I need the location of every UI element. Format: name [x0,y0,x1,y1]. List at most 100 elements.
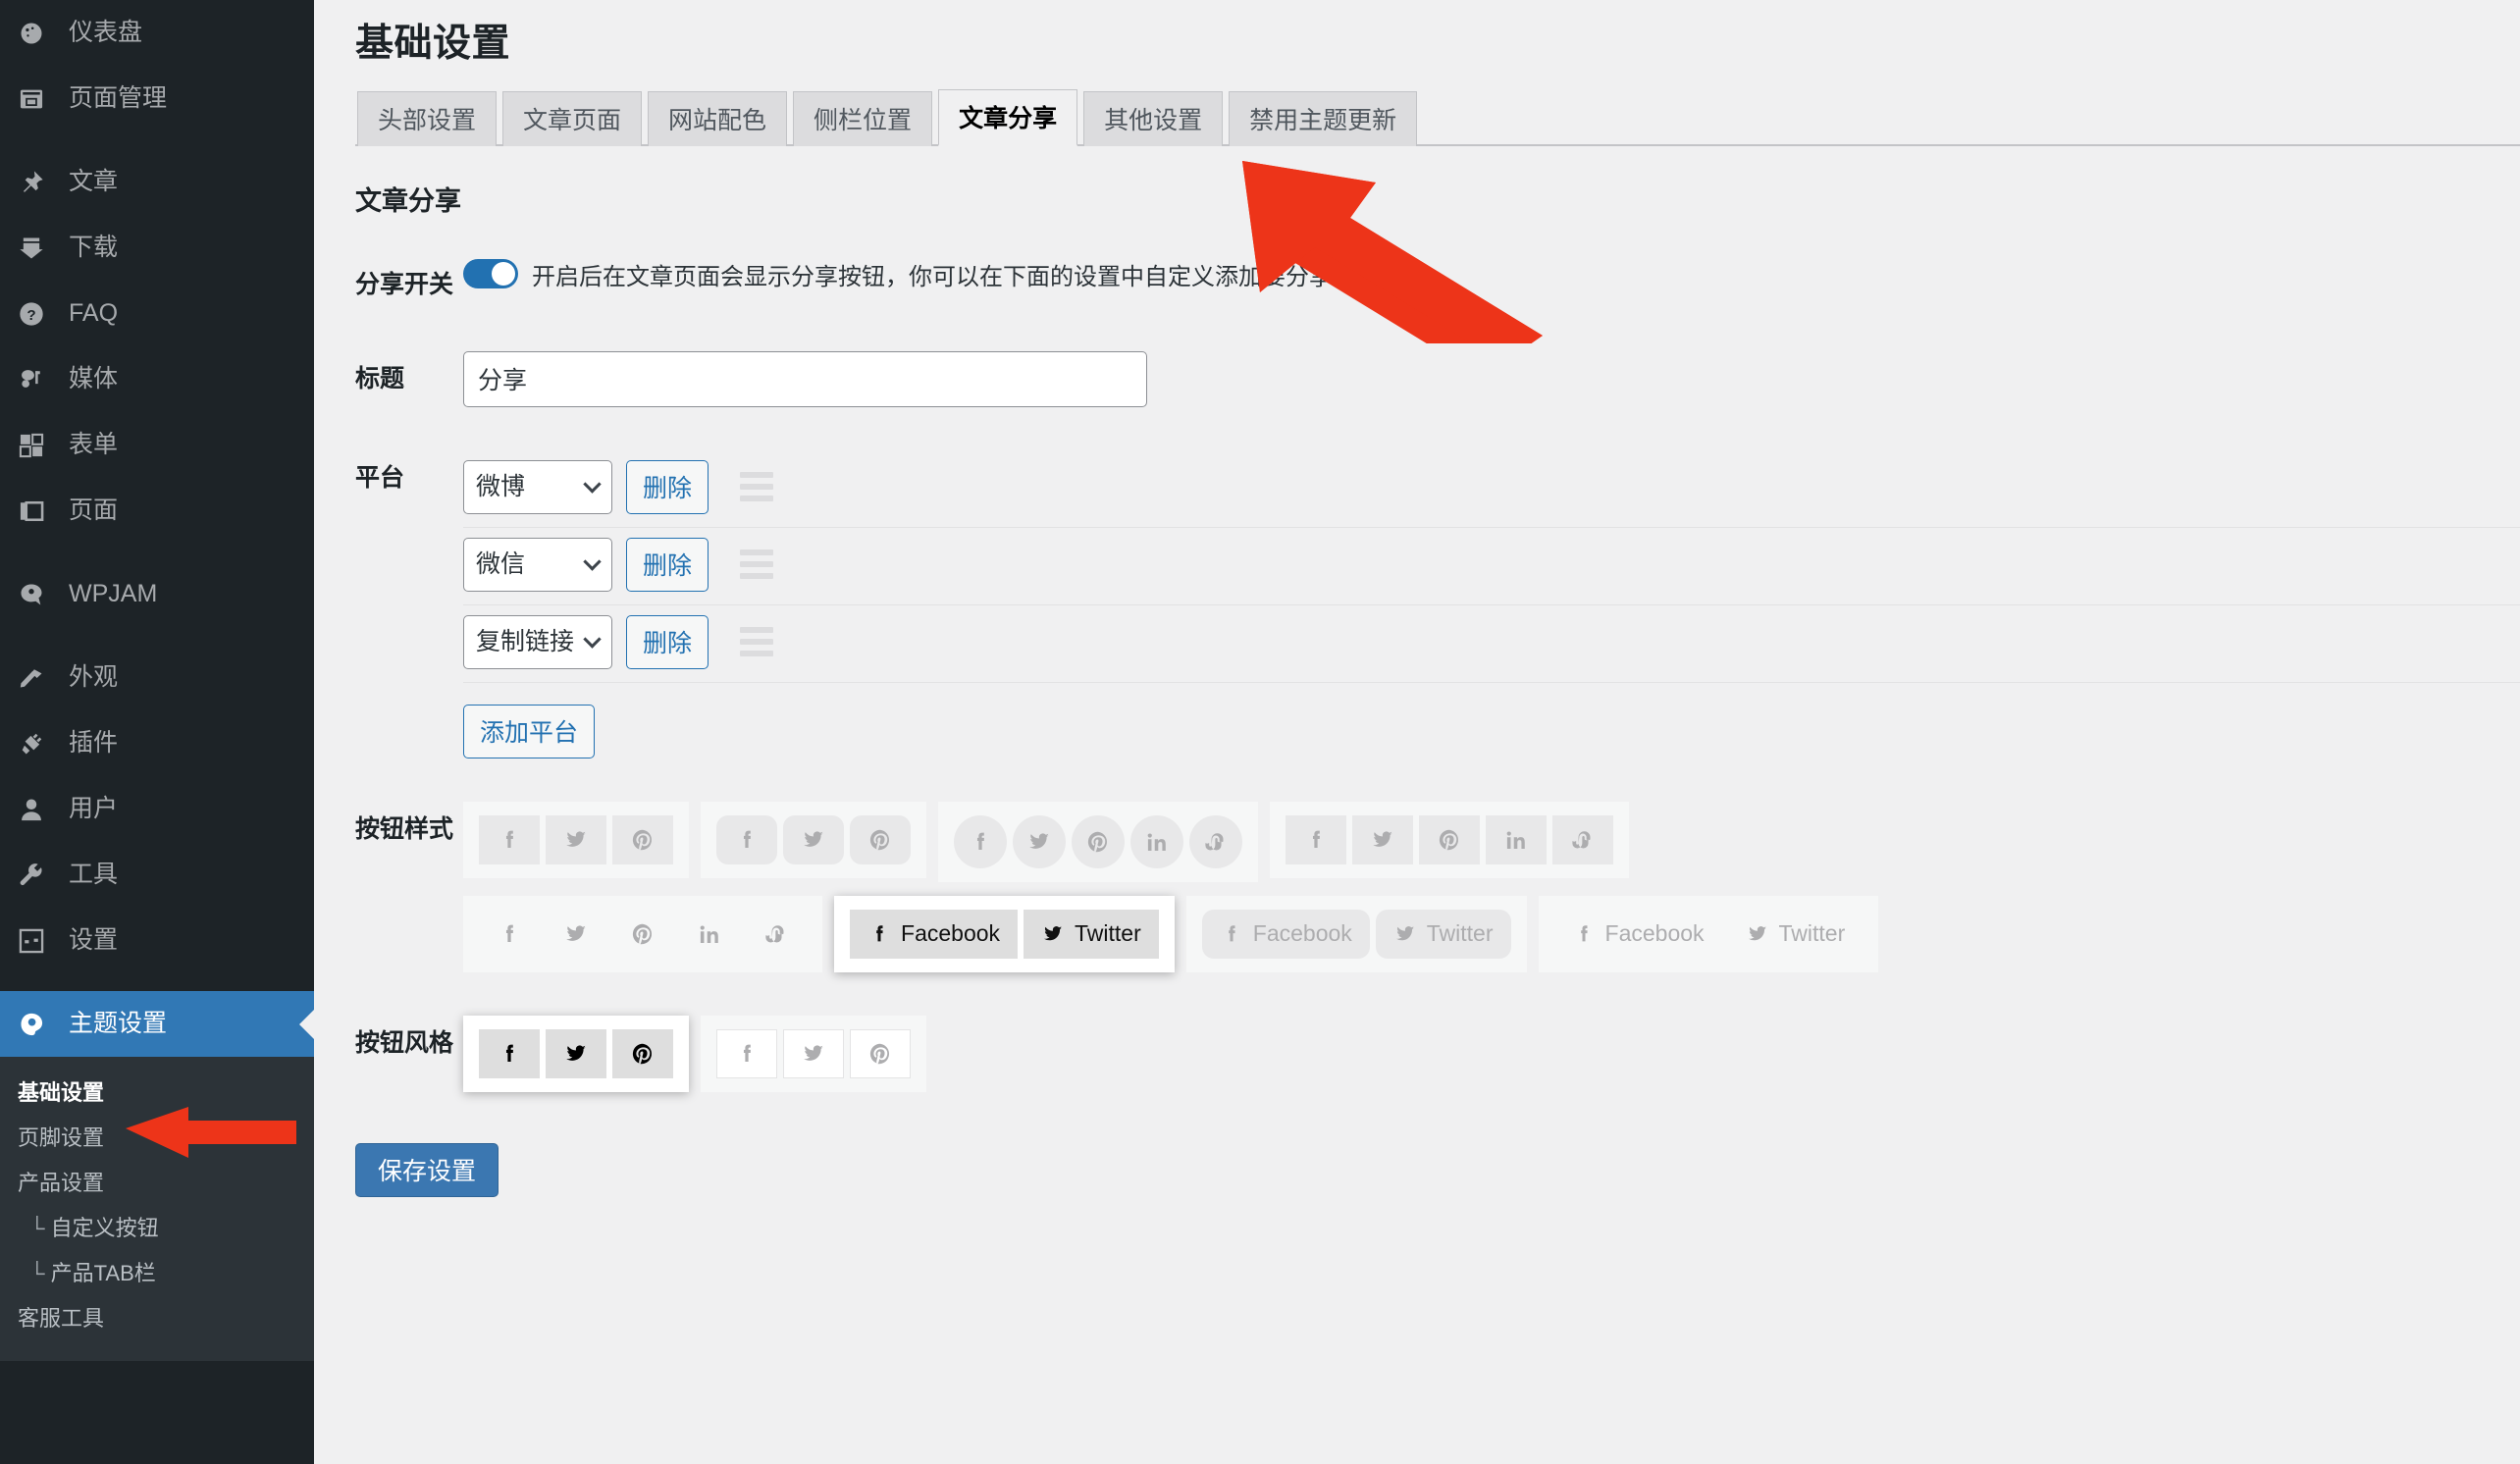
platform-row: 微博微信QQ复制链接删除 [463,450,2520,528]
submenu-item-label: 基础设置 [18,1080,105,1105]
button-style-option-5[interactable]: Facebook Twitter [834,895,1175,972]
pinterest-icon [630,827,656,853]
add-platform-button[interactable]: 添加平台 [463,704,596,758]
sidebar-item-3-1[interactable]: 插件 [0,710,314,776]
preview-pinterest-button [850,1028,912,1078]
share-switch-toggle[interactable] [463,259,519,289]
tab-label: 文章分享 [959,105,1058,133]
sidebar-item-1-2[interactable]: ? FAQ [0,281,314,346]
submenu-item-1[interactable]: 页脚设置 [0,1116,314,1161]
pinterest-icon [1085,829,1111,855]
button-style-option-2[interactable] [938,801,1259,882]
preview-linkedin-button [1486,814,1548,864]
tab-5[interactable]: 其他设置 [1083,90,1224,146]
preview-button-label: Facebook [1252,920,1352,947]
drag-handle-icon-0[interactable] [740,472,774,502]
submenu-item-3[interactable]: └ 自定义按钮 [0,1206,314,1251]
sidebar-item-1-0[interactable]: 文章 [0,149,314,215]
menu-separator [0,627,314,645]
button-skin-option-0[interactable] [463,1015,690,1092]
twitter-icon [1026,829,1052,855]
sidebar-item-3-0[interactable]: 外观 [0,645,314,710]
tab-0[interactable]: 头部设置 [357,90,498,146]
preview-button-label: Facebook [1604,920,1705,947]
twitter-icon [801,1041,826,1067]
pages-panel-icon [18,85,69,113]
branch-glyph: └ [29,1216,45,1240]
preview-pinterest-button [850,814,912,864]
sidebar-item-label: WPJAM [69,580,158,607]
facebook-icon [497,827,522,853]
submenu-item-4[interactable]: └ 产品TAB栏 [0,1251,314,1296]
delete-platform-button-0[interactable]: 删除 [626,459,709,514]
preview-pinterest-button [612,910,673,959]
facebook-icon [968,829,993,855]
tab-label: 禁用主题更新 [1249,107,1397,135]
facebook-icon [867,922,891,946]
submenu-item-2[interactable]: 产品设置 [0,1161,314,1206]
button-style-option-3[interactable] [1270,801,1630,878]
button-style-option-6[interactable]: Facebook Twitter [1185,895,1527,972]
share-title-input[interactable] [463,350,1148,407]
field-row-share-switch: 分享开关 开启后在文章页面会显示分享按钮，你可以在下面的设置中自定义添加要分享的… [355,235,2520,330]
settings-tab-bar: 头部设置 文章页面 网站配色 侧栏位置 文章分享 其他设置 禁用主题更新 [355,88,2520,146]
preview-facebook-button: Facebook [1201,909,1370,959]
button-style-option-0[interactable] [463,801,690,878]
sidebar-item-1-4[interactable]: 表单 [0,412,314,478]
sidebar-item-0-0[interactable]: 仪表盘 [0,0,314,66]
sidebar-item-3-2[interactable]: 用户 [0,776,314,842]
sidebar-item-label: 文章 [69,168,119,195]
twitter-icon [1393,922,1417,946]
twitter-icon [563,1041,589,1067]
sidebar-item-4-0[interactable]: 主题设置 [0,991,314,1057]
button-style-option-4[interactable] [463,895,823,972]
submenu-item-5[interactable]: 客服工具 [0,1296,314,1341]
drag-handle-icon-1[interactable] [740,549,774,580]
sidebar-item-3-3[interactable]: 工具 [0,842,314,908]
twitter-icon [563,827,589,853]
sidebar-item-2-0[interactable]: WPJAM [0,561,314,627]
tab-3[interactable]: 侧栏位置 [793,90,933,146]
sidebar-item-1-3[interactable]: 媒体 [0,346,314,412]
tab-6[interactable]: 禁用主题更新 [1229,90,1418,146]
sidebar-item-1-1[interactable]: 下载 [0,215,314,281]
platform-select-2[interactable]: 微博微信QQ复制链接 [463,614,613,669]
twitter-icon [1041,922,1065,946]
preview-pinterest-button [612,1028,674,1078]
facebook-icon [1572,922,1596,946]
field-row-platform: 平台 微博微信QQ复制链接删除微博微信QQ复制链接删除微博微信QQ复制链接删除 … [355,429,2520,780]
preview-facebook-button [1286,814,1347,864]
preview-twitter-button [783,1028,845,1078]
field-row-button-style: 按钮样式 Facebook Twitter Facebook Twitter Faceb… [355,780,2520,994]
platform-select-wrap: 微博微信QQ复制链接 [463,614,613,669]
sidebar-item-1-5[interactable]: 页面 [0,478,314,544]
facebook-icon [497,921,522,947]
delete-platform-button-2[interactable]: 删除 [626,614,709,669]
facebook-icon [734,827,760,853]
platform-select-0[interactable]: 微博微信QQ复制链接 [463,459,613,514]
preview-facebook-button [954,814,1008,868]
delete-platform-button-1[interactable]: 删除 [626,537,709,592]
section-title: 文章分享 [355,185,461,216]
sidebar-item-3-4[interactable]: 设置 [0,908,314,973]
tab-4[interactable]: 文章分享 [938,88,1078,146]
menu-separator [0,544,314,561]
wrench-icon [18,862,69,889]
drag-handle-icon-2[interactable] [740,627,774,657]
tab-1[interactable]: 文章页面 [502,90,643,146]
pinterest-icon [630,921,656,947]
submenu-item-0[interactable]: 基础设置 [0,1071,314,1116]
facebook-icon [497,1041,522,1067]
button-style-option-7[interactable]: Facebook Twitter [1538,895,1879,972]
save-settings-button[interactable]: 保存设置 [355,1142,499,1197]
sidebar-item-0-1[interactable]: 页面管理 [0,66,314,131]
button-skin-option-1[interactable] [701,1015,927,1092]
sidebar-item-label: 媒体 [69,365,119,392]
share-switch-description: 开启后在文章页面会显示分享按钮，你可以在下面的设置中自定义添加要分享的平台... [532,263,1424,290]
preview-linkedin-button [1130,814,1184,868]
settings-form-table: 分享开关 开启后在文章页面会显示分享按钮，你可以在下面的设置中自定义添加要分享的… [355,235,2520,1114]
platform-select-1[interactable]: 微博微信QQ复制链接 [463,537,613,592]
button-style-option-1[interactable] [701,801,927,878]
tab-2[interactable]: 网站配色 [648,90,788,146]
facebook-icon [1220,922,1243,946]
